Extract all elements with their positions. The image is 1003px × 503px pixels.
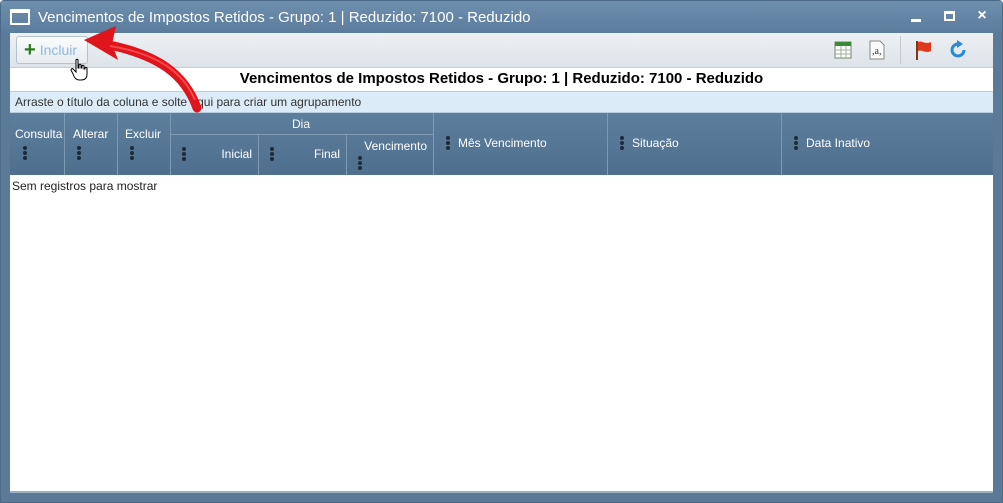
column-menu-icon[interactable] [620,136,624,150]
app-window: Vencimentos de Impostos Retidos - Grupo:… [0,0,1003,503]
column-menu-icon[interactable] [358,156,362,170]
column-vencimento[interactable]: Vencimento [347,135,434,175]
column-menu-icon[interactable] [77,146,81,160]
column-consulta[interactable]: Consulta [10,113,65,175]
column-menu-icon[interactable] [446,136,450,150]
column-final-label: Final [313,147,340,161]
plus-icon: + [24,39,36,61]
column-data-inativo[interactable]: Data Inativo [782,113,993,175]
minimize-icon[interactable] [908,7,924,25]
column-inicial-label: Inicial [221,147,252,161]
toolbar: + Incluir ,a, [10,33,993,68]
window-title: Vencimentos de Impostos Retidos - Grupo:… [38,8,531,26]
grid-body[interactable]: Sem registros para mostrar [10,175,993,491]
column-mes-vencimento-label: Mês Vencimento [458,136,547,150]
grid-header: Consulta Alterar Excluir Dia Inicial Fin… [10,113,993,175]
column-alterar[interactable]: Alterar [65,113,118,175]
column-alterar-label: Alterar [73,127,109,141]
column-menu-icon[interactable] [182,147,186,161]
svg-text:,a,: ,a, [872,46,881,57]
column-excluir[interactable]: Excluir [118,113,171,175]
column-menu-icon[interactable] [23,146,27,160]
hand-cursor-icon [70,58,88,81]
report-title: Vencimentos de Impostos Retidos - Grupo:… [239,70,764,87]
column-menu-icon[interactable] [270,147,274,161]
empty-message: Sem registros para mostrar [12,179,158,193]
column-menu-icon[interactable] [794,136,798,150]
title-bar[interactable]: Vencimentos de Impostos Retidos - Grupo:… [1,1,1002,33]
column-menu-icon[interactable] [130,146,134,160]
toolbar-right-group: ,a, [826,36,975,64]
column-group-dia: Dia [171,113,434,135]
window-content: + Incluir ,a, Vencimentos de Impostos Re… [10,33,993,493]
window-icon [10,9,30,25]
spellcheck-icon[interactable]: ,a, [860,36,894,64]
excel-export-icon[interactable] [826,36,860,64]
flag-icon[interactable] [907,36,941,64]
column-inicial[interactable]: Inicial [171,135,259,175]
column-vencimento-label: Vencimento [364,139,427,153]
grid-footer-border [10,491,993,493]
toolbar-separator [900,36,901,64]
close-icon[interactable]: × [974,7,990,25]
column-final[interactable]: Final [259,135,347,175]
column-situacao[interactable]: Situação [608,113,782,175]
incluir-label: Incluir [39,42,78,58]
column-mes-vencimento[interactable]: Mês Vencimento [434,113,608,175]
column-consulta-label: Consulta [15,127,63,141]
group-by-drop-zone[interactable]: Arraste o título da coluna e solte aqui … [10,91,993,113]
refresh-icon[interactable] [941,36,975,64]
column-excluir-label: Excluir [125,127,162,141]
column-data-inativo-label: Data Inativo [806,136,871,150]
maximize-icon[interactable] [941,7,957,25]
column-situacao-label: Situação [632,136,679,150]
column-group-dia-label: Dia [292,117,311,131]
